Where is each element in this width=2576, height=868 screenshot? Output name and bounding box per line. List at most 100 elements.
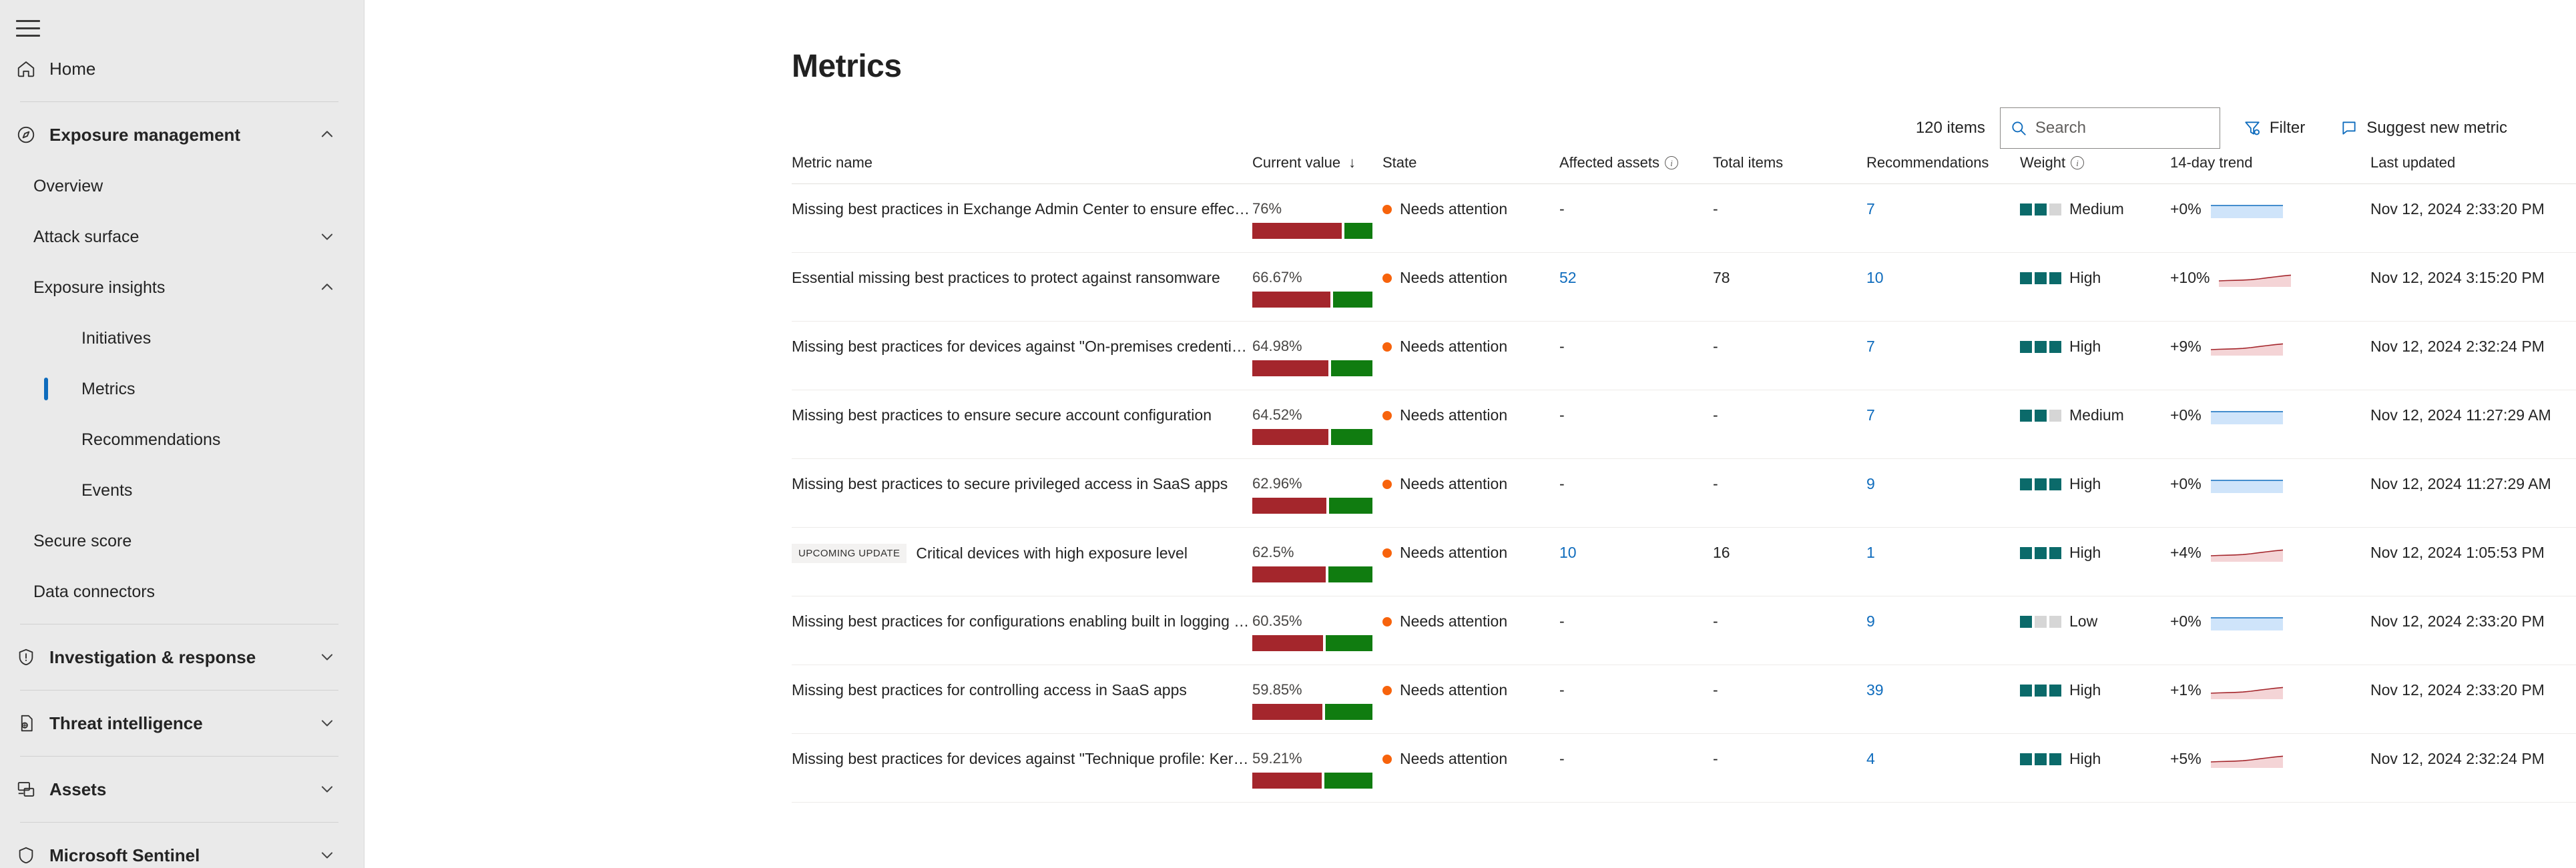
sidebar-item-overview[interactable]: Overview (0, 161, 364, 211)
status-badge: Needs attention (1400, 612, 1508, 630)
column-header-updated[interactable]: Last updated (2370, 154, 2576, 184)
recommendations-value[interactable]: 1 (1866, 544, 1875, 561)
sidebar-item-exposure-insights[interactable]: Exposure insights (0, 262, 364, 313)
table-head: Metric name Current value ↓ State Affected a… (792, 154, 2576, 184)
chevron-down-icon[interactable] (316, 781, 338, 798)
cell-trend: +0% (2170, 390, 2370, 459)
sidebar-item-label: Overview (33, 176, 103, 195)
affected-assets-value: - (1559, 681, 1565, 699)
recommendations-value[interactable]: 9 (1866, 475, 1875, 492)
chevron-down-icon[interactable] (316, 847, 338, 864)
metric-name[interactable]: Essential missing best practices to prot… (792, 269, 1220, 287)
metric-name[interactable]: Missing best practices for devices again… (792, 750, 1252, 768)
info-icon[interactable]: i (2071, 156, 2085, 169)
chevron-down-icon[interactable] (316, 228, 338, 246)
metric-name[interactable]: Missing best practices for configuration… (792, 612, 1252, 630)
table-row[interactable]: Missing best practices in Exchange Admin… (792, 183, 2576, 253)
column-header-weight[interactable]: Weight i (2020, 154, 2170, 184)
current-value-label: 76% (1252, 200, 1282, 217)
recommendations-value[interactable]: 7 (1866, 406, 1875, 424)
metric-name[interactable]: Missing best practices to ensure secure … (792, 406, 1212, 424)
table-row[interactable]: Missing best practices to ensure secure … (792, 390, 2576, 459)
sidebar-item-events[interactable]: Events (0, 465, 364, 516)
metric-name[interactable]: Missing best practices to secure privile… (792, 475, 1228, 493)
status-dot (1382, 204, 1392, 214)
cell-trend: +1% (2170, 665, 2370, 734)
column-header-recs[interactable]: Recommendations (1866, 154, 2020, 184)
affected-assets-value[interactable]: 10 (1559, 544, 1577, 561)
metric-name[interactable]: Missing best practices in Exchange Admin… (792, 200, 1252, 218)
hamburger-icon[interactable] (16, 13, 47, 43)
weight-block (2049, 203, 2061, 215)
cell-recommendations: 10 (1866, 252, 2020, 322)
cell-total-items: - (1713, 665, 1866, 734)
sidebar-item-initiatives[interactable]: Initiatives (0, 313, 364, 364)
progress-bar (1252, 773, 1372, 789)
sidebar-item-metrics[interactable]: Metrics (0, 364, 364, 414)
table-row[interactable]: UPCOMING UPDATE Critical devices with hig… (792, 527, 2576, 596)
column-header-state[interactable]: State (1382, 154, 1559, 184)
sidebar-item-home[interactable]: Home (0, 43, 364, 95)
weight-block (2049, 340, 2061, 353)
recommendations-value[interactable]: 39 (1866, 681, 1884, 699)
recommendations-value[interactable]: 10 (1866, 269, 1884, 286)
column-header-name[interactable]: Metric name (792, 154, 1252, 184)
sidebar-item-data-connectors[interactable]: Data connectors (0, 566, 364, 617)
filter-button[interactable]: Filter (2231, 107, 2317, 149)
weight-indicator (2020, 546, 2061, 559)
chevron-down-icon[interactable] (316, 648, 338, 666)
cell-metric-name: Missing best practices in Exchange Admin… (792, 183, 1252, 253)
affected-assets-value[interactable]: 52 (1559, 269, 1577, 286)
column-header-value[interactable]: Current value ↓ (1252, 154, 1382, 184)
progress-bar (1252, 704, 1372, 720)
sidebar-item-investigation-response[interactable]: Investigation & response (0, 631, 364, 683)
table-row[interactable]: Missing best practices for devices again… (792, 733, 2576, 803)
sidebar-item-exposure-management[interactable]: Exposure management (0, 109, 364, 161)
cell-affected-assets: - (1559, 596, 1713, 665)
main-content: Metrics 120 items Search Filter Suggest … (364, 0, 2576, 868)
recommendations-value[interactable]: 7 (1866, 200, 1875, 218)
table-row[interactable]: Missing best practices for devices again… (792, 321, 2576, 390)
search-box[interactable] (1999, 107, 2220, 149)
cell-last-updated: Nov 12, 2024 3:15:20 PM (2370, 252, 2576, 322)
current-value-label: 59.85% (1252, 681, 1302, 698)
recommendations-value[interactable]: 7 (1866, 338, 1875, 355)
sidebar-item-recommendations[interactable]: Recommendations (0, 414, 364, 465)
table-row[interactable]: Essential missing best practices to prot… (792, 252, 2576, 322)
cell-trend: +4% (2170, 527, 2370, 596)
cell-trend: +10% (2170, 252, 2370, 322)
cell-weight: Low (2020, 596, 2170, 665)
search-input[interactable] (2035, 119, 2210, 137)
table-row[interactable]: Missing best practices for configuration… (792, 596, 2576, 665)
suggest-new-metric-button[interactable]: Suggest new metric (2328, 107, 2519, 149)
affected-assets-value: - (1559, 750, 1565, 767)
sidebar-item-microsoft-sentinel[interactable]: Microsoft Sentinel (0, 829, 364, 868)
cell-trend: +0% (2170, 596, 2370, 665)
chevron-up-icon[interactable] (316, 279, 338, 296)
weight-block (2020, 546, 2032, 559)
table-row[interactable]: Missing best practices for controlling a… (792, 665, 2576, 734)
weight-block (2049, 409, 2061, 422)
recommendations-value[interactable]: 4 (1866, 750, 1875, 767)
last-updated-value: Nov 12, 2024 11:27:29 AM (2370, 406, 2551, 424)
metric-name[interactable]: Missing best practices for devices again… (792, 338, 1252, 356)
weight-block (2049, 478, 2061, 490)
sidebar-item-threat-intelligence[interactable]: Threat intelligence (0, 697, 364, 749)
column-header-assets[interactable]: Affected assets i (1559, 154, 1713, 184)
info-icon[interactable]: i (1665, 156, 1679, 169)
table-row[interactable]: Missing best practices to secure privile… (792, 458, 2576, 528)
sidebar-item-assets[interactable]: Assets (0, 763, 364, 815)
column-header-trend[interactable]: 14-day trend (2170, 154, 2370, 184)
sidebar: Home Exposure management Overview Attack su… (0, 0, 364, 868)
column-header-total[interactable]: Total items (1713, 154, 1866, 184)
chevron-up-icon[interactable] (316, 126, 338, 143)
metric-name[interactable]: Critical devices with high exposure leve… (916, 544, 1188, 562)
devices-icon (16, 779, 49, 799)
sidebar-nav-list: Home Exposure management Overview Attack su… (0, 43, 364, 868)
recommendations-value[interactable]: 9 (1866, 612, 1875, 630)
status-badge: Needs attention (1400, 544, 1508, 561)
sidebar-item-secure-score[interactable]: Secure score (0, 516, 364, 566)
sidebar-item-attack-surface[interactable]: Attack surface (0, 211, 364, 262)
chevron-down-icon[interactable] (316, 715, 338, 732)
metric-name[interactable]: Missing best practices for controlling a… (792, 681, 1187, 699)
